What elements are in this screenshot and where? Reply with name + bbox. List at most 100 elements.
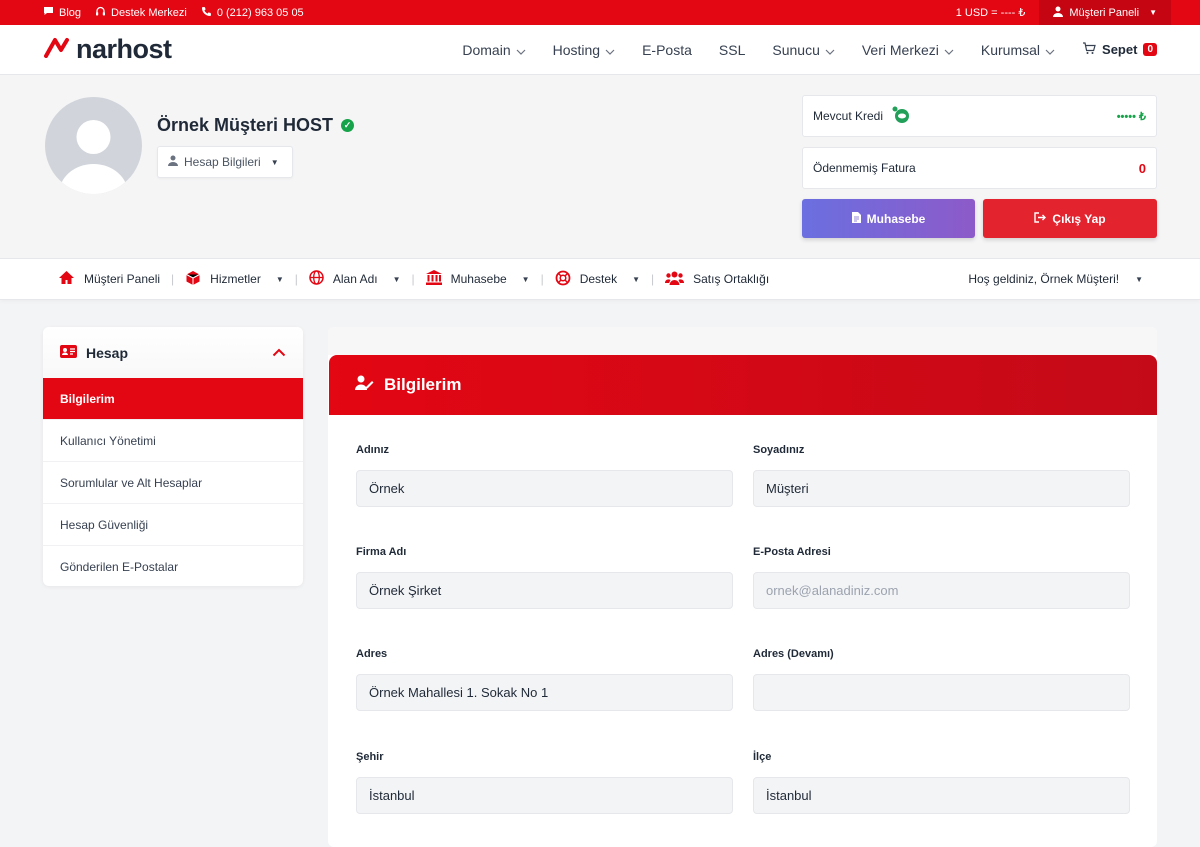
secondary-navigation: Müşteri Paneli | Hizmetler ▼ | Alan Adı … <box>0 259 1200 300</box>
secnav-services-label: Hizmetler <box>210 272 261 286</box>
divider: | <box>540 272 544 286</box>
unpaid-invoice-box[interactable]: Ödenmemiş Fatura 0 <box>802 147 1157 189</box>
address-input[interactable]: Örnek Mahallesi 1. Sokak No 1 <box>356 674 733 711</box>
welcome-text: Hoş geldiniz, Örnek Müşteri! <box>968 272 1120 286</box>
last-name-label: Soyadınız <box>753 444 805 456</box>
secnav-accounting[interactable]: Muhasebe ▼ <box>425 270 530 288</box>
profile-header: Örnek Müşteri HOST ✓ Hesap Bilgileri ▼ M… <box>0 75 1200 259</box>
nav-server[interactable]: Sunucu <box>772 41 835 58</box>
divider: | <box>294 272 298 286</box>
globe-icon <box>309 270 324 288</box>
sidebar-item-sub-accounts[interactable]: Sorumlular ve Alt Hesaplar <box>43 462 303 504</box>
phone-label: 0 (212) 963 05 05 <box>216 6 304 19</box>
secnav-services[interactable]: Hizmetler ▼ <box>185 270 284 289</box>
last-name-input[interactable]: Müşteri <box>753 470 1130 507</box>
unpaid-value: 0 <box>1138 160 1146 176</box>
secnav-affiliate-label: Satış Ortaklığı <box>693 272 770 286</box>
secnav-customer-panel[interactable]: Müşteri Paneli <box>58 270 160 288</box>
address2-label: Adres (Devamı) <box>753 648 834 660</box>
email-group: E-Posta Adresi ornek@alanadiniz.com <box>753 546 1130 609</box>
first-name-label: Adınız <box>356 444 389 456</box>
chevron-down-icon <box>825 42 835 58</box>
welcome-dropdown[interactable]: Hoş geldiniz, Örnek Müşteri! ▼ <box>968 272 1143 286</box>
id-card-icon <box>60 344 77 361</box>
email-input[interactable]: ornek@alanadiniz.com <box>753 572 1130 609</box>
home-icon <box>58 270 75 288</box>
phone-icon <box>201 6 212 20</box>
nav-datacenter-label: Veri Merkezi <box>861 41 939 58</box>
headset-icon <box>95 6 106 20</box>
city-input[interactable]: İstanbul <box>356 777 733 814</box>
nav-email[interactable]: E-Posta <box>642 42 692 58</box>
chevron-up-icon <box>272 345 286 360</box>
currency-rate: 1 USD = ---- ₺ <box>955 7 1026 19</box>
sidebar-item-my-info[interactable]: Bilgilerim <box>43 378 303 420</box>
secnav-support[interactable]: Destek ▼ <box>555 270 640 289</box>
nav-corporate[interactable]: Kurumsal <box>981 42 1055 58</box>
sidebar-item-user-management[interactable]: Kullanıcı Yönetimi <box>43 420 303 462</box>
secnav-customer-panel-label: Müşteri Paneli <box>84 272 161 286</box>
money-icon <box>891 106 911 127</box>
secnav-affiliate[interactable]: Satış Ortaklığı <box>665 271 769 288</box>
nav-links: Domain Hosting E-Posta SSL Sunucu Veri M… <box>462 42 1157 58</box>
account-info-dropdown[interactable]: Hesap Bilgileri ▼ <box>157 146 293 178</box>
sidebar-item-security[interactable]: Hesap Güvenliği <box>43 504 303 546</box>
logout-button[interactable]: Çıkış Yap <box>983 199 1157 238</box>
avatar <box>45 97 142 194</box>
address-group: Adres Örnek Mahallesi 1. Sokak No 1 <box>356 648 733 711</box>
first-name-input[interactable]: Örnek <box>356 470 733 507</box>
district-label: İlçe <box>753 751 772 763</box>
chevron-down-icon: ▼ <box>1149 8 1157 17</box>
address2-group: Adres (Devamı) <box>753 648 1130 711</box>
account-sidebar: Hesap Bilgilerim Kullanıcı Yönetimi Soru… <box>43 327 303 586</box>
district-group: İlçe İstanbul <box>753 751 1130 814</box>
email-label: E-Posta Adresi <box>753 546 831 558</box>
secnav-domain[interactable]: Alan Adı ▼ <box>309 270 401 288</box>
cart-button[interactable]: Sepet 0 <box>1082 41 1157 58</box>
customer-panel-label: Müşteri Paneli <box>1069 6 1140 19</box>
top-bar: Blog Destek Merkezi 0 (212) 963 05 05 1 … <box>0 0 1200 25</box>
logo[interactable]: narhost <box>43 34 172 65</box>
caret-down-icon: ▼ <box>1135 274 1143 284</box>
company-group: Firma Adı Örnek Şirket <box>356 546 733 609</box>
chevron-down-icon <box>516 42 526 58</box>
credit-label-wrap: Mevcut Kredi <box>813 106 911 127</box>
credit-box: Mevcut Kredi ••••• ₺ <box>802 95 1157 137</box>
nav-domain[interactable]: Domain <box>462 41 526 58</box>
caret-down-icon: ▼ <box>392 274 401 284</box>
sidebar-header[interactable]: Hesap <box>43 327 303 378</box>
nav-datacenter[interactable]: Veri Merkezi <box>862 42 954 58</box>
chevron-down-icon <box>1045 42 1055 58</box>
cart-label: Sepet <box>1102 42 1138 57</box>
nav-ssl[interactable]: SSL <box>719 42 745 58</box>
card-top-strip <box>328 327 1157 355</box>
logout-icon <box>1034 211 1047 226</box>
chevron-down-icon <box>605 42 615 58</box>
district-input[interactable]: İstanbul <box>753 777 1130 814</box>
support-link[interactable]: Destek Merkezi <box>95 6 187 20</box>
cart-icon <box>1082 41 1096 58</box>
blog-link[interactable]: Blog <box>43 6 81 19</box>
sidebar-item-sent-emails[interactable]: Gönderilen E-Postalar <box>43 546 303 586</box>
company-input[interactable]: Örnek Şirket <box>356 572 733 609</box>
city-label: Şehir <box>356 751 384 763</box>
company-label: Firma Adı <box>356 546 407 558</box>
nav-server-label: Sunucu <box>772 41 820 58</box>
top-bar-right: 1 USD = ---- ₺ Müşteri Paneli ▼ <box>955 0 1171 25</box>
phone-link[interactable]: 0 (212) 963 05 05 <box>201 6 304 20</box>
secnav-accounting-label: Muhasebe <box>450 272 507 286</box>
credit-value: ••••• ₺ <box>1116 110 1146 123</box>
users-icon <box>665 271 685 288</box>
sidebar-title-text: Hesap <box>86 344 129 361</box>
address2-input[interactable] <box>753 674 1130 711</box>
nav-hosting[interactable]: Hosting <box>553 42 615 58</box>
customer-panel-dropdown[interactable]: Müşteri Paneli ▼ <box>1039 0 1171 25</box>
chevron-down-icon <box>944 42 954 58</box>
chat-icon <box>43 6 54 19</box>
logout-label: Çıkış Yap <box>1052 211 1106 226</box>
caret-down-icon: ▼ <box>270 157 279 167</box>
logo-mark-icon <box>43 34 70 65</box>
nav-domain-label: Domain <box>462 41 511 58</box>
accounting-button[interactable]: Muhasebe <box>802 199 975 238</box>
first-name-group: Adınız Örnek <box>356 444 733 507</box>
